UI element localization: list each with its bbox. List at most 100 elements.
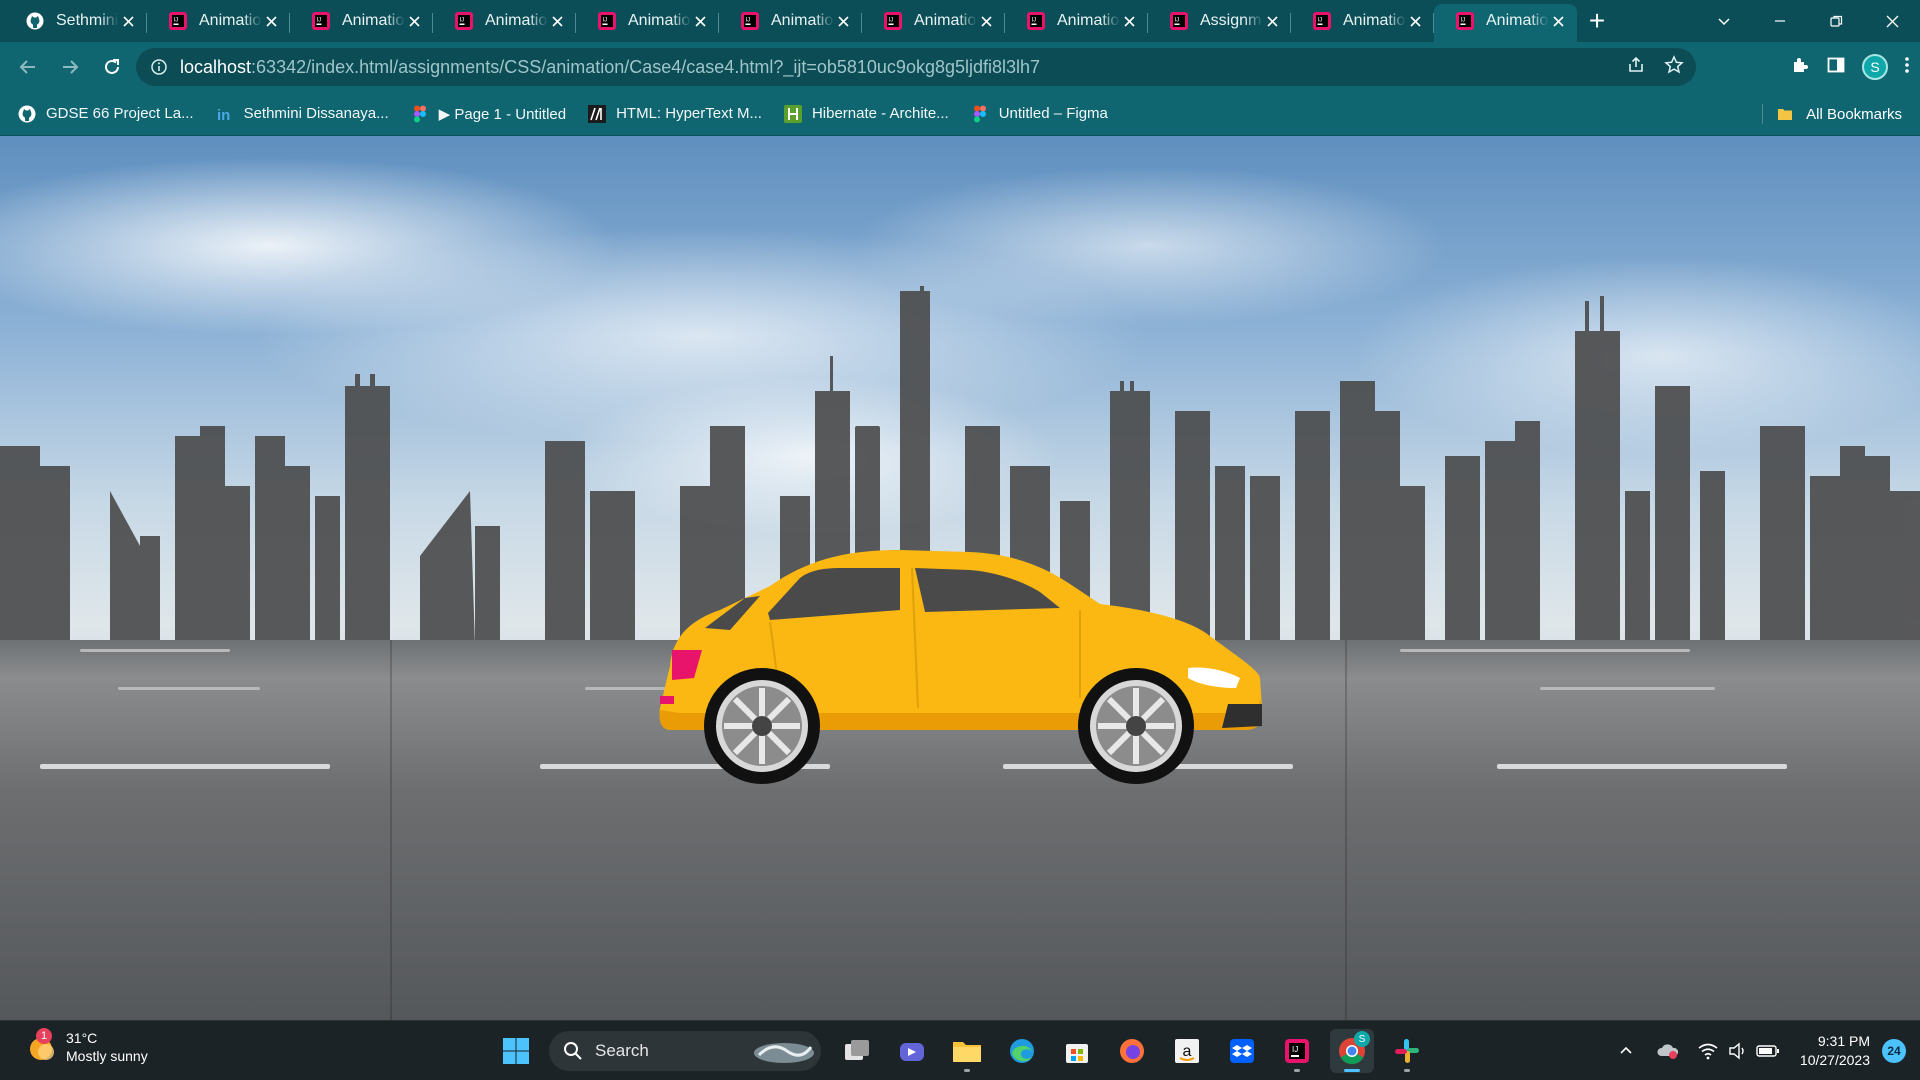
hibernate-icon (783, 104, 802, 123)
rear-wheel (704, 668, 820, 784)
jetbrains-icon: IJ (1456, 12, 1474, 30)
minimize-button[interactable] (1752, 0, 1808, 42)
browser-tab[interactable]: IJ Animatio (576, 4, 719, 42)
jetbrains-icon: IJ (884, 12, 902, 30)
firefox-icon (1120, 1039, 1144, 1063)
front-wheel (1078, 668, 1194, 784)
browser-tab[interactable]: Sethmini (4, 4, 147, 42)
battery-icon[interactable] (1754, 1037, 1782, 1065)
url-text: localhost:63342/index.html/assignments/C… (180, 57, 1040, 78)
tab-strip: Sethmini IJ Animatio IJ Animatio IJ Animatio IJ… (0, 0, 1920, 42)
clock-date: 10/27/2023 (1799, 1052, 1870, 1068)
share-icon[interactable] (1626, 55, 1646, 80)
tab-close-icon[interactable] (977, 12, 995, 30)
lane-marking (80, 649, 230, 652)
wifi-icon[interactable] (1694, 1037, 1722, 1065)
tab-close-icon[interactable] (548, 12, 566, 30)
chevron-up-icon[interactable] (1612, 1037, 1640, 1065)
restore-icon (1829, 15, 1842, 27)
bookmark-item[interactable]: Untitled – Figma (971, 105, 1108, 123)
browser-tab[interactable]: IJ Animatio (862, 4, 1005, 42)
intellij-app[interactable]: IJ (1275, 1029, 1319, 1073)
taskbar-search[interactable]: Search (549, 1031, 821, 1071)
jetbrains-icon: IJ (1313, 12, 1331, 30)
svg-text:IJ: IJ (889, 18, 894, 24)
windows-icon (503, 1038, 529, 1064)
tab-close-icon[interactable] (1406, 12, 1424, 30)
tab-search-button[interactable] (1696, 0, 1752, 42)
bookmark-label: HTML: HyperText M... (616, 105, 762, 122)
browser-tab[interactable]: IJ Animatio (719, 4, 862, 42)
tab-close-icon[interactable] (834, 12, 852, 30)
close-window-button[interactable] (1864, 0, 1920, 42)
tab-title: Animatio (1057, 12, 1120, 29)
side-panel-icon[interactable] (1826, 55, 1846, 80)
firefox-app[interactable] (1110, 1029, 1154, 1073)
browser-tab[interactable]: IJ Assignm (1148, 4, 1291, 42)
tab-close-icon[interactable] (1120, 12, 1138, 30)
new-tab-button[interactable]: + (1577, 4, 1617, 42)
lane-marking (118, 687, 260, 690)
chrome-profile-badge: S (1354, 1031, 1370, 1047)
tab-close-icon[interactable] (405, 12, 423, 30)
browser-toolbar: localhost:63342/index.html/assignments/C… (0, 42, 1920, 92)
volume-icon[interactable] (1724, 1037, 1752, 1065)
address-bar[interactable]: localhost:63342/index.html/assignments/C… (136, 48, 1696, 86)
menu-kebab-icon[interactable] (1904, 55, 1910, 80)
amazon-icon: a (1175, 1039, 1199, 1063)
github-icon (26, 12, 44, 30)
task-view-icon (845, 1040, 869, 1060)
close-icon (1886, 15, 1898, 27)
browser-tab[interactable]: IJ Animatio (1005, 4, 1148, 42)
reload-button[interactable] (92, 47, 132, 87)
bookmark-item[interactable]: Hibernate - Archite... (783, 104, 949, 123)
browser-tab[interactable]: IJ Animatio (290, 4, 433, 42)
tab-title: Animatio (1486, 12, 1549, 29)
tab-close-icon[interactable] (262, 12, 280, 30)
search-label: Search (595, 1041, 649, 1060)
tab-title: Animatio (628, 12, 691, 29)
intellij-icon: IJ (1285, 1039, 1309, 1063)
svg-text:IJ: IJ (603, 18, 608, 24)
forward-button[interactable] (50, 47, 90, 87)
extensions-icon[interactable] (1790, 55, 1810, 80)
browser-tab[interactable]: IJ Animatio (1291, 4, 1434, 42)
onedrive-error-icon[interactable] (1654, 1037, 1682, 1065)
bookmark-item[interactable]: GDSE 66 Project La... (18, 105, 194, 123)
slack-app[interactable] (1385, 1029, 1429, 1073)
start-button[interactable] (494, 1029, 538, 1073)
tab-close-icon[interactable] (691, 12, 709, 30)
jetbrains-icon: IJ (455, 12, 473, 30)
restore-button[interactable] (1808, 0, 1864, 42)
profile-avatar[interactable]: S (1862, 54, 1888, 80)
dropbox-app[interactable] (1220, 1029, 1264, 1073)
tab-close-icon[interactable] (119, 12, 137, 30)
browser-tab[interactable]: IJ Animatio (1434, 4, 1577, 42)
figma-icon (971, 105, 989, 123)
svg-text:IJ: IJ (1175, 18, 1180, 24)
file-explorer-app[interactable] (945, 1029, 989, 1073)
bookmark-item[interactable]: in Sethmini Dissanaya... (216, 105, 389, 123)
all-bookmarks-button[interactable]: All Bookmarks (1762, 92, 1902, 136)
task-view-button[interactable] (835, 1029, 879, 1073)
back-button[interactable] (8, 47, 48, 87)
system-clock[interactable]: 9:31 PM 10/27/2023 (1800, 1032, 1870, 1070)
store-app[interactable] (1055, 1029, 1099, 1073)
teams-app[interactable] (890, 1029, 934, 1073)
svg-text:in: in (217, 107, 230, 123)
tab-close-icon[interactable] (1263, 12, 1281, 30)
weather-temp: 31°C (66, 1030, 98, 1046)
bookmark-item[interactable]: HTML: HyperText M... (588, 104, 762, 123)
star-icon[interactable] (1664, 54, 1684, 80)
tab-close-icon[interactable] (1549, 12, 1567, 30)
notification-count[interactable]: 24 (1882, 1039, 1906, 1063)
browser-tab[interactable]: IJ Animatio (147, 4, 290, 42)
browser-tab[interactable]: IJ Animatio (433, 4, 576, 42)
weather-widget[interactable]: 1 31°C Mostly sunny (26, 1028, 148, 1065)
bookmark-label: Hibernate - Archite... (811, 105, 949, 122)
bookmark-item[interactable]: ▶ Page 1 - Untitled (411, 105, 566, 123)
amazon-app[interactable]: a (1165, 1029, 1209, 1073)
edge-app[interactable] (1000, 1029, 1044, 1073)
chrome-app[interactable]: S (1330, 1029, 1374, 1073)
jetbrains-icon: IJ (1170, 12, 1188, 30)
